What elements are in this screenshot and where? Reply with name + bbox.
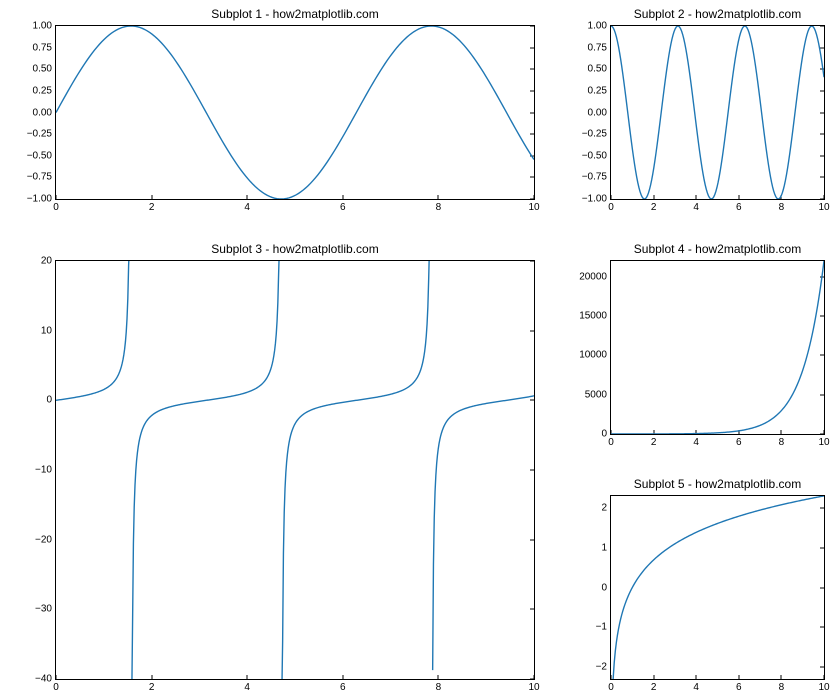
y-tick-label: 2 [601, 502, 611, 513]
x-tick-label: 8 [779, 679, 785, 693]
y-tick-label: −1 [596, 622, 611, 633]
x-tick-label: 4 [244, 199, 250, 213]
y-tick-label: 0.75 [33, 42, 56, 53]
subplot-5: Subplot 5 - how2matplotlib.com −2−101202… [610, 495, 825, 680]
line-series [56, 261, 534, 679]
x-tick-label: 10 [528, 679, 539, 693]
y-tick-label: 0.25 [33, 85, 56, 96]
y-tick-label: −1.00 [582, 194, 611, 205]
x-tick-label: 10 [528, 199, 539, 213]
x-tick-label: 8 [436, 679, 442, 693]
y-tick-label: −30 [35, 604, 56, 615]
y-tick-label: 0.00 [588, 107, 611, 118]
x-tick-label: 0 [53, 679, 59, 693]
y-tick-label: −10 [35, 465, 56, 476]
subplot-1-title: Subplot 1 - how2matplotlib.com [55, 7, 535, 21]
subplot-5-title: Subplot 5 - how2matplotlib.com [610, 477, 825, 491]
subplot-3-title: Subplot 3 - how2matplotlib.com [55, 242, 535, 256]
y-tick-label: 0.25 [588, 85, 611, 96]
y-tick-label: 0.75 [588, 42, 611, 53]
x-tick-label: 4 [244, 679, 250, 693]
x-tick-label: 6 [736, 434, 742, 448]
subplot-1: Subplot 1 - how2matplotlib.com −1.00−0.7… [55, 25, 535, 200]
y-tick-label: −0.50 [27, 150, 56, 161]
x-tick-label: 10 [818, 679, 829, 693]
y-tick-label: 5000 [585, 389, 611, 400]
subplot-4-axes: 050001000015000200000246810 [610, 260, 825, 435]
subplot-2-axes: −1.00−0.75−0.50−0.250.000.250.500.751.00… [610, 25, 825, 200]
x-tick-label: 4 [693, 434, 699, 448]
x-tick-label: 4 [693, 199, 699, 213]
x-tick-label: 10 [818, 199, 829, 213]
y-tick-label: −0.50 [582, 150, 611, 161]
y-tick-label: 10000 [579, 350, 611, 361]
line-series [612, 496, 824, 679]
y-tick-label: 0.00 [33, 107, 56, 118]
y-tick-label: 20 [41, 256, 56, 267]
y-tick-label: 1.00 [33, 21, 56, 32]
y-tick-label: −0.75 [27, 172, 56, 183]
x-tick-label: 0 [53, 199, 59, 213]
x-tick-label: 2 [149, 199, 155, 213]
y-tick-label: −0.75 [582, 172, 611, 183]
x-tick-label: 2 [149, 679, 155, 693]
x-tick-label: 10 [818, 434, 829, 448]
x-tick-label: 2 [651, 199, 657, 213]
y-tick-label: 10 [41, 325, 56, 336]
subplot-3-axes: −40−30−20−10010200246810 [55, 260, 535, 680]
x-tick-label: 0 [608, 434, 614, 448]
y-tick-label: 20000 [579, 271, 611, 282]
y-tick-label: 15000 [579, 311, 611, 322]
x-tick-label: 8 [779, 434, 785, 448]
x-tick-label: 6 [736, 199, 742, 213]
y-tick-label: 1 [601, 542, 611, 553]
subplot-2: Subplot 2 - how2matplotlib.com −1.00−0.7… [610, 25, 825, 200]
line-series [611, 26, 824, 199]
y-tick-label: −0.25 [27, 129, 56, 140]
line-series [56, 26, 534, 199]
y-tick-label: 0.50 [33, 64, 56, 75]
y-tick-label: 0 [46, 395, 56, 406]
x-tick-label: 0 [608, 199, 614, 213]
x-tick-label: 8 [779, 199, 785, 213]
x-tick-label: 0 [608, 679, 614, 693]
subplot-1-axes: −1.00−0.75−0.50−0.250.000.250.500.751.00… [55, 25, 535, 200]
y-tick-label: 0 [601, 582, 611, 593]
figure: Subplot 1 - how2matplotlib.com −1.00−0.7… [0, 0, 840, 700]
x-tick-label: 2 [651, 434, 657, 448]
subplot-4-title: Subplot 4 - how2matplotlib.com [610, 242, 825, 256]
subplot-3: Subplot 3 - how2matplotlib.com −40−30−20… [55, 260, 535, 680]
line-series [611, 261, 824, 434]
y-tick-label: −1.00 [27, 194, 56, 205]
subplot-4: Subplot 4 - how2matplotlib.com 050001000… [610, 260, 825, 435]
subplot-2-title: Subplot 2 - how2matplotlib.com [610, 7, 825, 21]
subplot-5-axes: −2−10120246810 [610, 495, 825, 680]
y-tick-label: −20 [35, 534, 56, 545]
x-tick-label: 2 [651, 679, 657, 693]
y-tick-label: −2 [596, 662, 611, 673]
x-tick-label: 6 [736, 679, 742, 693]
y-tick-label: 0.50 [588, 64, 611, 75]
y-tick-label: −0.25 [582, 129, 611, 140]
x-tick-label: 6 [340, 199, 346, 213]
x-tick-label: 6 [340, 679, 346, 693]
x-tick-label: 8 [436, 199, 442, 213]
y-tick-label: 1.00 [588, 21, 611, 32]
x-tick-label: 4 [693, 679, 699, 693]
